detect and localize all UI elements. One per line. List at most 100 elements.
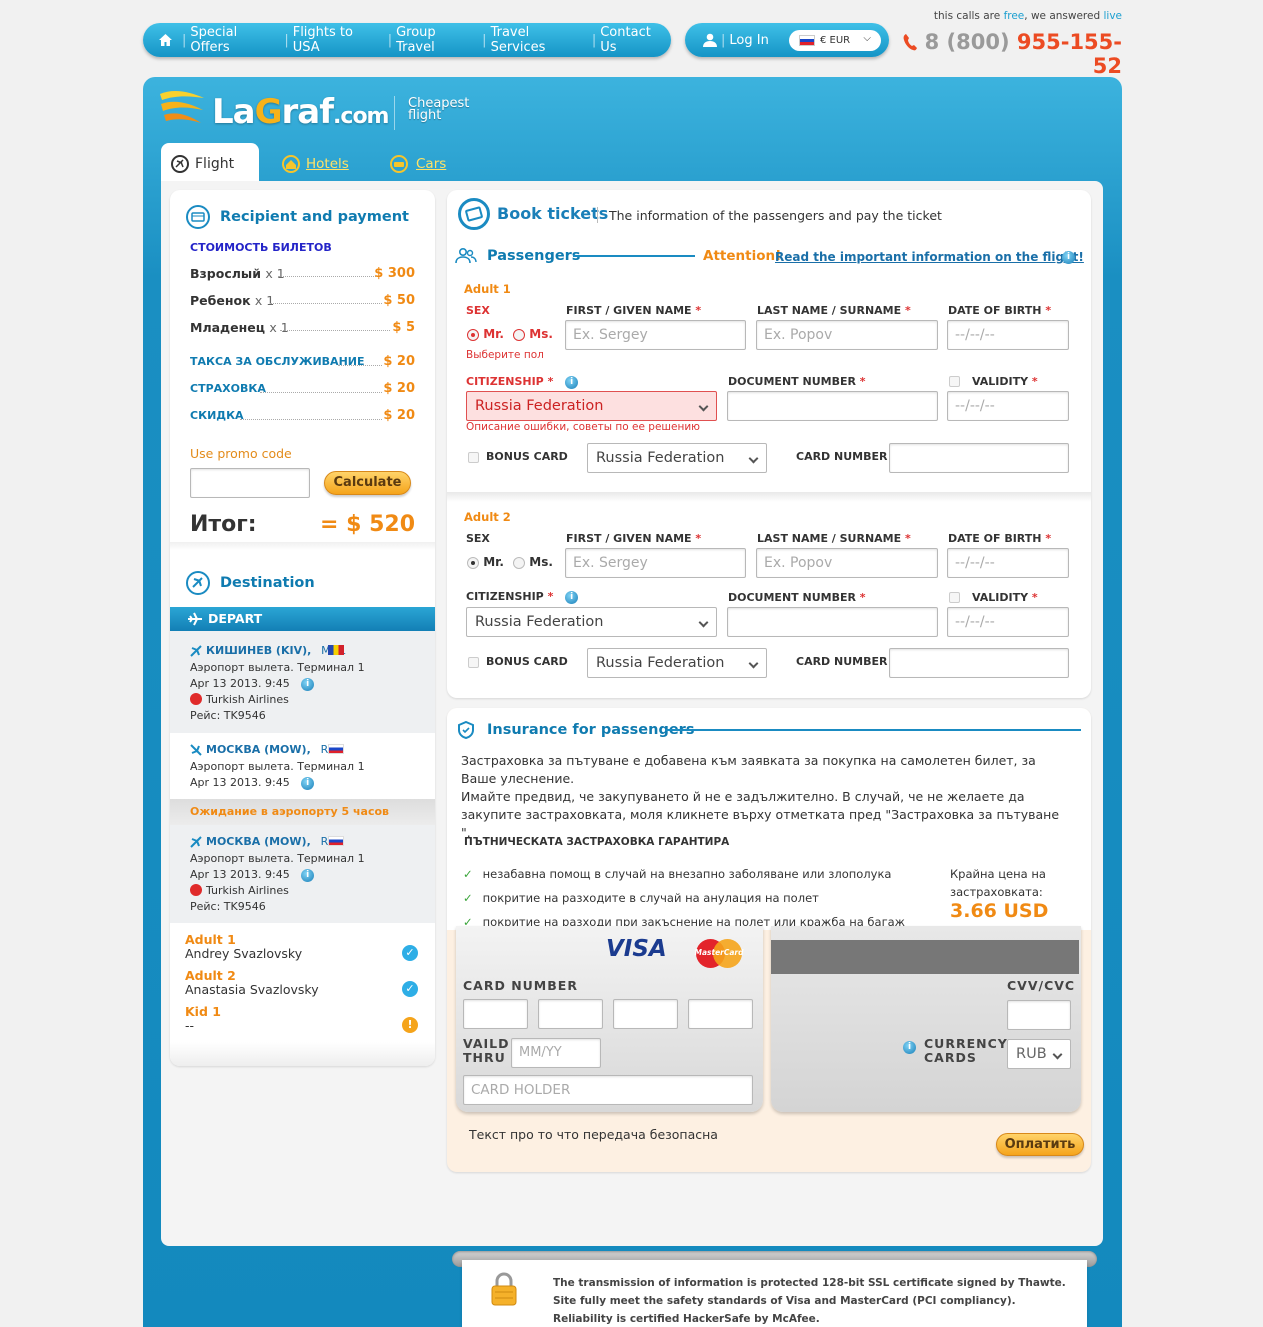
info-icon[interactable]: i	[903, 1041, 916, 1054]
bonus-select[interactable]: Russia Federation	[587, 648, 767, 678]
ms-radio[interactable]	[513, 328, 526, 341]
home-icon[interactable]	[159, 34, 172, 46]
pax-name: Anastasia Svazlovsky	[185, 982, 319, 997]
tab-cars[interactable]: Cars	[390, 155, 446, 173]
sex-radio-group: Mr. Ms.	[467, 555, 553, 569]
pax-role: Adult 1	[185, 932, 236, 947]
leg-flight: Рейс: TK9546	[190, 900, 266, 913]
currency-select[interactable]: € EUR ⌵	[789, 30, 881, 51]
first-name-label: FIRST / GIVEN NAME *	[566, 304, 701, 317]
card-number-part-2[interactable]	[538, 999, 603, 1029]
mr-radio[interactable]	[467, 328, 479, 341]
nav-group-travel[interactable]: Group Travel	[396, 25, 478, 55]
card-number-input[interactable]	[889, 648, 1069, 678]
attention-link[interactable]: Read the important information on the fl…	[775, 250, 1084, 264]
card-number-label: CARD NUMBER	[463, 978, 578, 993]
last-name-input[interactable]: Ex. Popov	[756, 548, 938, 578]
valid-line: THRU	[463, 1050, 506, 1065]
document-input[interactable]	[727, 607, 938, 637]
card-holder-input[interactable]: CARD HOLDER	[463, 1075, 753, 1105]
citizenship-select[interactable]: Russia Federation	[466, 391, 717, 421]
ms-label: Ms.	[529, 327, 553, 341]
leg-city: МОСКВА (MOW), RUS	[206, 835, 343, 848]
pay-button[interactable]: Оплатить	[996, 1133, 1084, 1156]
first-name-input[interactable]: Ex. Sergey	[565, 320, 746, 350]
check-icon: ✓	[463, 867, 473, 881]
logo-part-g: G	[254, 92, 283, 132]
validity-input[interactable]: --/--/--	[947, 391, 1069, 421]
login-link[interactable]: Log In	[729, 33, 768, 48]
label-text: DOCUMENT NUMBER	[728, 591, 856, 604]
valid-line: VAILD	[463, 1036, 510, 1051]
nav-flights-usa[interactable]: Flights to USA	[293, 25, 384, 55]
insurance-panel: Insurance for passengers Застраховка за …	[447, 708, 1091, 1172]
leg-city: КИШИНЕВ (KIV), MDL	[206, 644, 345, 657]
last-name-input[interactable]: Ex. Popov	[756, 320, 938, 350]
mr-radio[interactable]	[467, 556, 479, 569]
logo[interactable]: LaGraf.com	[158, 88, 389, 137]
currency-cards-select[interactable]: RUB	[1007, 1039, 1071, 1069]
info-icon[interactable]: i	[565, 375, 579, 389]
label-text: LAST NAME / SURNAME	[757, 304, 902, 317]
bonus-checkbox[interactable]	[468, 452, 479, 463]
validity-checkbox[interactable]	[949, 376, 960, 387]
info-icon[interactable]: i	[565, 590, 579, 604]
magnetic-stripe	[771, 940, 1079, 974]
info-icon[interactable]: i	[1062, 251, 1075, 264]
leg-airline: Turkish Airlines	[190, 693, 289, 706]
calculate-button[interactable]: Calculate	[324, 471, 411, 495]
card-number-part-4[interactable]	[688, 999, 753, 1029]
leg-city-name: МОСКВА (MOW),	[206, 743, 311, 756]
nav-travel-services[interactable]: Travel Services	[491, 25, 588, 55]
insurance-head: ПЪТНИЧЕСКАТА ЗАСТРАХОВКА ГАРАНТИРА	[464, 836, 730, 848]
validity-checkbox[interactable]	[949, 592, 960, 603]
card-number-part-3[interactable]	[613, 999, 678, 1029]
citizenship-select[interactable]: Russia Federation	[466, 607, 717, 637]
cost-line: Ребенок x 1	[190, 293, 274, 308]
info-icon[interactable]: i	[301, 677, 315, 691]
tab-flight[interactable]: Flight	[161, 143, 259, 185]
book-panel: Book tickets The information of the pass…	[447, 190, 1091, 698]
expiry-input[interactable]: MM/YY	[511, 1038, 601, 1068]
leg-date: Apr 13 2013. 9:45 i	[190, 677, 315, 691]
info-icon[interactable]: i	[301, 868, 315, 882]
phone-number[interactable]: 8 (800) 955-155-52	[900, 30, 1122, 78]
cvv-input[interactable]	[1007, 1000, 1071, 1030]
calls-live: live	[1103, 10, 1122, 22]
info-icon[interactable]: i	[301, 776, 315, 790]
first-name-input[interactable]: Ex. Sergey	[565, 548, 746, 578]
card-number-label: CARD NUMBER	[796, 450, 888, 463]
ssl-text: The transmission of information is prote…	[553, 1277, 1066, 1325]
visa-logo: VISA	[606, 936, 667, 962]
cost-line-mult: x 1	[265, 266, 285, 281]
bonus-select[interactable]: Russia Federation	[587, 443, 767, 473]
bonus-label: BONUS CARD	[486, 450, 568, 463]
title-line	[573, 255, 695, 257]
dots	[260, 392, 382, 393]
promo-label: Use promo code	[190, 446, 292, 461]
tab-hotels[interactable]: Hotels	[282, 155, 349, 173]
validity-input[interactable]: --/--/--	[947, 607, 1069, 637]
label-text: DATE OF BIRTH	[948, 304, 1042, 317]
lock-icon	[491, 1272, 517, 1306]
document-input[interactable]	[727, 391, 938, 421]
promo-input[interactable]	[190, 468, 310, 498]
currency-value: € EUR	[820, 35, 851, 46]
pax-name: Andrey Svazlovsky	[185, 946, 303, 961]
bonus-checkbox[interactable]	[468, 657, 479, 668]
card-number-input[interactable]	[889, 443, 1069, 473]
dob-label: DATE OF BIRTH *	[948, 532, 1051, 545]
sex-radio-group: Mr. Ms.	[467, 327, 553, 341]
dots	[240, 419, 382, 420]
pax-item: Adult 1 Andrey Svazlovsky	[185, 933, 302, 961]
dob-input[interactable]: --/--/--	[947, 548, 1069, 578]
last-name-label: LAST NAME / SURNAME *	[757, 532, 911, 545]
required-mark: *	[1045, 532, 1052, 545]
nav-special-offers[interactable]: Special Offers	[190, 25, 280, 55]
card-number-part-1[interactable]	[463, 999, 528, 1029]
nav-contact-us[interactable]: Contact Us	[600, 25, 671, 55]
validity-label: VALIDITY *	[972, 375, 1038, 388]
tab-hotels-label: Hotels	[306, 156, 349, 172]
dob-input[interactable]: --/--/--	[947, 320, 1069, 350]
ms-radio[interactable]	[513, 556, 526, 569]
